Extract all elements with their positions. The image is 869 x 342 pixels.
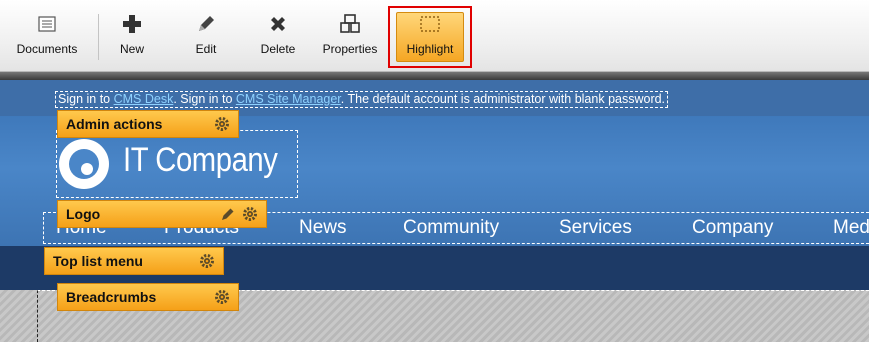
edit-button[interactable]: Edit — [188, 8, 224, 62]
cms-site-manager-link[interactable]: CMS Site Manager — [236, 92, 341, 106]
admin-actions-label: Admin actions — [66, 116, 163, 132]
breadcrumbs-webpart-label[interactable]: Breadcrumbs — [57, 283, 239, 311]
gear-icon[interactable] — [214, 116, 230, 132]
signin-prefix: Sign in to — [58, 92, 114, 106]
delete-button[interactable]: Delete — [256, 8, 300, 62]
gear-icon[interactable] — [242, 206, 258, 222]
logo-webpart-region[interactable]: IT Company — [56, 130, 298, 198]
plus-icon — [120, 12, 144, 36]
gear-icon[interactable] — [214, 289, 230, 305]
highlight-icon — [418, 12, 442, 36]
menu-item-services[interactable]: Services — [559, 217, 632, 239]
pencil-icon[interactable] — [220, 206, 236, 222]
menu-item-news[interactable]: News — [299, 217, 347, 239]
properties-button[interactable]: Properties — [316, 8, 384, 62]
highlight-label: Highlight — [406, 42, 454, 56]
delete-x-icon — [266, 12, 290, 36]
highlight-button[interactable]: Highlight — [398, 8, 462, 62]
toolbar-separator — [98, 14, 99, 60]
breadcrumbs-label: Breadcrumbs — [66, 289, 157, 305]
cms-desk-link[interactable]: CMS Desk — [114, 92, 174, 106]
menu-item-company[interactable]: Company — [692, 217, 773, 239]
properties-icon — [338, 12, 362, 36]
documents-icon — [35, 12, 59, 36]
signin-middle: . Sign in to — [173, 92, 236, 106]
documents-button[interactable]: Documents — [16, 8, 78, 62]
documents-label: Documents — [16, 42, 78, 56]
cms-toolbar: Documents New Edit Delete Properties Hig… — [0, 0, 869, 72]
menu-item-media[interactable]: Med — [833, 217, 869, 239]
new-label: New — [119, 42, 144, 56]
signin-notice: Sign in to CMS Desk. Sign in to CMS Site… — [55, 91, 669, 108]
toolbar-bottom-strip — [0, 72, 869, 80]
logo-label: Logo — [66, 206, 101, 222]
admin-actions-webpart-label[interactable]: Admin actions — [57, 110, 239, 138]
properties-label: Properties — [322, 42, 378, 56]
menu-item-community[interactable]: Community — [403, 217, 499, 239]
logo-webpart-label[interactable]: Logo — [57, 200, 267, 228]
logo-text: IT Company — [123, 141, 278, 179]
gear-icon[interactable] — [199, 253, 215, 269]
logo-mark-icon — [59, 139, 109, 189]
top-list-menu-label: Top list menu — [53, 253, 143, 269]
top-list-menu-webpart-label[interactable]: Top list menu — [44, 247, 224, 275]
edit-label: Edit — [195, 42, 217, 56]
new-button[interactable]: New — [112, 8, 152, 62]
signin-suffix: . The default account is administrator w… — [340, 92, 666, 106]
pencil-icon — [194, 12, 218, 36]
delete-label: Delete — [260, 42, 296, 56]
